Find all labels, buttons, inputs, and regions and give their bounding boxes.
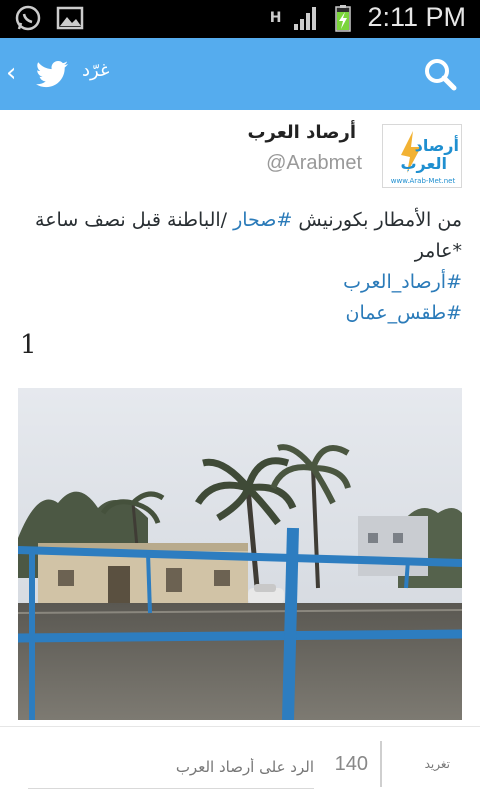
character-counter: 140 [334,753,368,775]
tweet-photo[interactable] [18,388,462,720]
back-chevron-icon[interactable]: ‹ [6,60,16,86]
reply-field[interactable] [28,749,314,789]
tweet-text: من الأمطار بكورنيش #صحار /الباطنة قبل نص… [17,205,462,329]
author-name[interactable]: أرصاد العرب [247,122,356,143]
svg-text:أرصاد: أرصاد [415,135,459,155]
author-handle[interactable]: @Arabmet [266,152,362,175]
signal-icon [294,6,317,30]
tweet-button[interactable]: تغريد [425,757,450,771]
clock: 2:11 PM [367,2,466,32]
hashtag-link[interactable]: #أرصاد_العرب [17,267,462,298]
avatar[interactable]: أرصاد العرب www.Arab-Met.net [382,124,462,188]
tweet-line-2: *عامر [414,240,462,262]
search-icon[interactable] [422,56,458,92]
network-type-label: H [269,9,282,26]
hashtag-link[interactable]: #طقس_عمان [17,298,462,329]
rain-corniche-image [18,388,462,720]
tweet-author[interactable]: أرصاد العرب www.Arab-Met.net أرصاد العرب… [0,110,480,188]
compose-tweet-title[interactable]: غرّد [82,60,109,81]
tweet-number: 1 [20,330,37,360]
reply-input[interactable] [28,749,314,785]
tweet-text-segment: من الأمطار بكورنيش [292,209,462,231]
gallery-icon [56,6,84,30]
app-bar: ‹ غرّد [0,38,480,110]
svg-text:www.Arab-Met.net: www.Arab-Met.net [391,177,456,185]
divider [380,741,382,787]
tweet-line-1: من الأمطار بكورنيش #صحار /الباطنة قبل نص… [17,205,462,236]
battery-charging-icon [335,4,352,32]
status-bar: H 2:11 PM [0,0,480,38]
reply-bar: تغريد 140 [0,726,480,800]
tweet-text-segment: /الباطنة قبل نصف ساعة [35,209,234,231]
hashtag-link[interactable]: #صحار [233,209,292,231]
arabmet-logo: أرصاد العرب www.Arab-Met.net [391,131,459,185]
whatsapp-icon [15,5,41,31]
twitter-bird-icon[interactable] [32,54,72,94]
svg-text:العرب: العرب [400,154,447,173]
